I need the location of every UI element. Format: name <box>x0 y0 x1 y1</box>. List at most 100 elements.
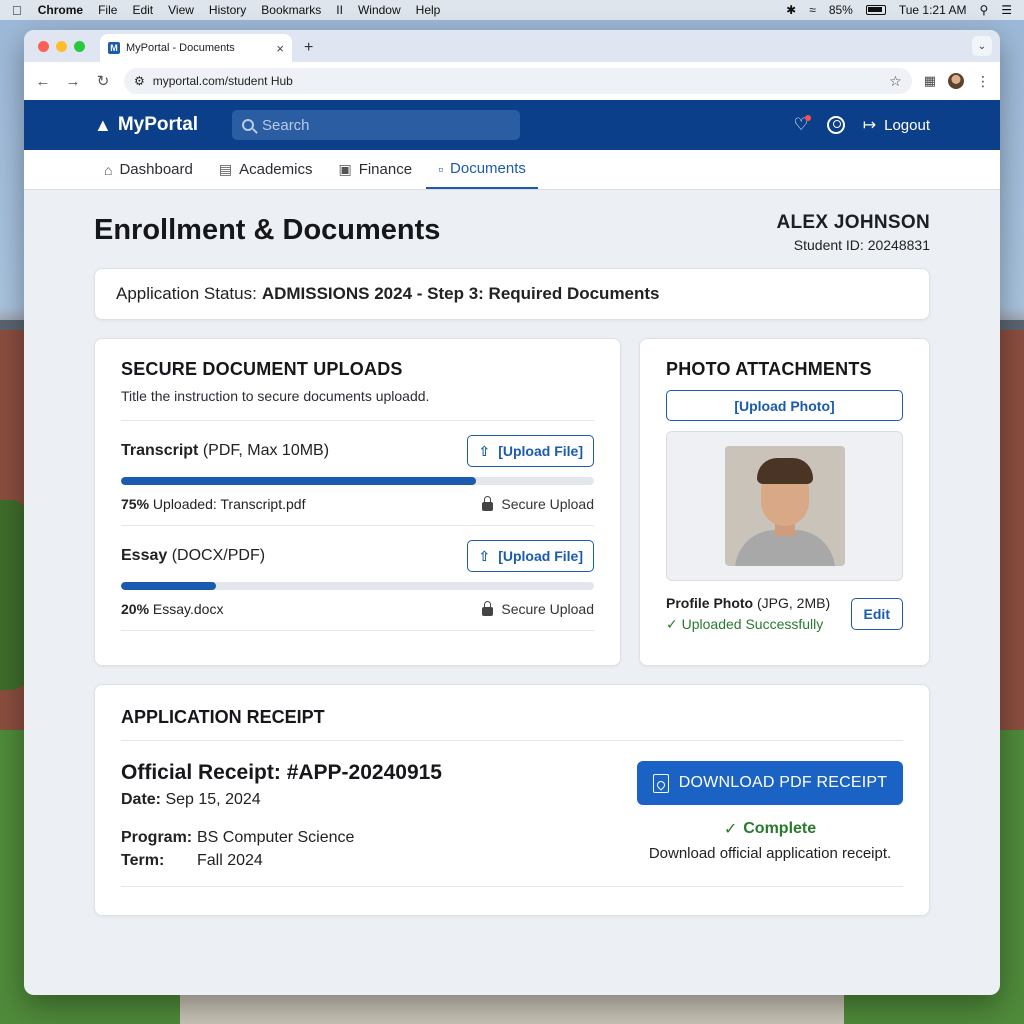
transcript-progress-fill <box>121 477 476 485</box>
uploads-title: SECURE DOCUMENT UPLOADS <box>121 359 403 379</box>
page-header: Enrollment & Documents ALEX JOHNSON Stud… <box>94 190 930 268</box>
macos-menubar:  Chrome File Edit View History Bookmark… <box>0 0 1024 20</box>
new-tab-icon[interactable]: + <box>304 39 313 57</box>
back-arrow-icon[interactable]: ← <box>34 73 52 90</box>
student-info: ALEX JOHNSON Student ID: 20248831 <box>776 212 930 253</box>
essay-upload-button[interactable]: ⇧ [Upload File] <box>467 540 594 572</box>
account-user-icon[interactable] <box>826 116 845 134</box>
zoom-window-button[interactable] <box>74 41 85 52</box>
graduation-cap-icon: ▲ <box>94 114 112 135</box>
essay-progress-bar <box>121 582 594 590</box>
essay-progress-label: 20% <box>121 601 150 617</box>
menubar-clock[interactable]: Tue 1:21 AM <box>899 3 967 17</box>
receipt-title: APPLICATION RECEIPT <box>121 707 903 741</box>
receipt-date-label: Date: <box>121 791 162 808</box>
upload-item-essay: Essay (DOCX/PDF) ⇧ [Upload File] 20% Ess… <box>121 526 594 631</box>
photo-label: Profile Photo (JPG, 2MB) <box>666 595 830 611</box>
essay-upload-label: [Upload File] <box>498 548 583 564</box>
header-actions: ♡ ↦ Logout <box>793 115 930 135</box>
tab-search-chevron-icon[interactable]: ⌄ <box>972 36 992 56</box>
transcript-format: (PDF, Max 10MB) <box>202 442 330 459</box>
application-status-card: Application Status: ADMISSIONS 2024 - St… <box>94 268 930 320</box>
bluetooth-icon[interactable]: ✱ <box>786 3 796 17</box>
reload-icon[interactable]: ↻ <box>94 72 112 90</box>
uploads-subtitle: Title the instruction to secure document… <box>121 388 594 421</box>
window-controls <box>38 41 85 52</box>
download-pdf-receipt-button[interactable]: DOWNLOAD PDF RECEIPT <box>637 761 903 805</box>
upload-row: SECURE DOCUMENT UPLOADS Title the instru… <box>94 338 930 666</box>
page-title: Enrollment & Documents <box>94 214 441 246</box>
menubar-item-help[interactable]: Help <box>416 3 441 17</box>
menubar-item-history[interactable]: History <box>209 3 246 17</box>
site-settings-icon[interactable]: ⚙ <box>134 74 145 88</box>
menubar-item-bookmarks[interactable]: Bookmarks <box>261 3 321 17</box>
essay-status-text: Essay.docx <box>152 601 224 617</box>
upload-photo-button[interactable]: [Upload Photo] <box>666 390 903 421</box>
profile-photo-image[interactable] <box>724 446 845 566</box>
browser-menu-kebab-icon[interactable]: ⋮ <box>976 73 990 90</box>
browser-tab-active[interactable]: M MyPortal - Documents × <box>100 34 292 62</box>
transcript-name: Transcript <box>121 442 199 459</box>
photos-title: PHOTO ATTACHMENTS <box>666 359 872 379</box>
wifi-icon[interactable]: ≈ <box>809 3 816 17</box>
checkmark-icon: ✓ <box>723 821 738 838</box>
photo-format: (JPG, 2MB) <box>757 595 831 611</box>
lock-icon <box>482 495 494 511</box>
receipt-program-label: Program: <box>121 829 193 846</box>
menubar-item-file[interactable]: File <box>98 3 117 17</box>
transcript-label: Transcript (PDF, Max 10MB) <box>121 442 329 460</box>
address-url[interactable]: myportal.com/student Hub <box>153 74 881 88</box>
portal-brand-name: MyPortal <box>117 114 199 135</box>
control-center-icon[interactable]: ☰ <box>1001 3 1012 17</box>
download-button-label: DOWNLOAD PDF RECEIPT <box>678 774 888 791</box>
address-bar[interactable]: ⚙ myportal.com/student Hub ☆ <box>124 68 912 94</box>
photo-upload-status: ✓ Uploaded Successfully <box>666 616 830 633</box>
logout-button[interactable]: ↦ Logout <box>863 115 930 135</box>
close-window-button[interactable] <box>38 41 49 52</box>
minimize-window-button[interactable] <box>56 41 67 52</box>
forward-arrow-icon[interactable]: → <box>64 73 82 90</box>
transcript-progress-label: 75% <box>121 496 150 512</box>
student-id: Student ID: 20248831 <box>793 237 930 253</box>
wallet-icon: ▣ <box>338 161 352 177</box>
status-label: Application Status: <box>116 284 257 303</box>
home-icon: ⌂ <box>104 161 113 178</box>
spotlight-search-icon[interactable]: ⚲ <box>979 3 988 17</box>
receipt-program-value: BS Computer Science <box>197 829 355 846</box>
tab-dashboard-label: Dashboard <box>119 161 193 178</box>
notification-bell-icon[interactable]: ♡ <box>793 115 811 135</box>
menubar-item-edit[interactable]: Edit <box>132 3 153 17</box>
transcript-secure-label: Secure Upload <box>501 496 594 512</box>
edit-photo-button[interactable]: Edit <box>850 598 903 630</box>
transcript-upload-button[interactable]: ⇧ [Upload File] <box>467 435 594 467</box>
tab-documents[interactable]: ▫ Documents <box>426 150 538 189</box>
battery-icon[interactable] <box>865 5 886 15</box>
menubar-status-area: ✱ ≈ 85% Tue 1:21 AM ⚲ ☰ <box>786 3 1012 17</box>
checkmark-icon: ✓ <box>666 616 678 632</box>
tab-dashboard[interactable]: ⌂ Dashboard <box>92 150 205 189</box>
essay-progress-fill <box>121 582 216 590</box>
apple-icon[interactable]:  <box>12 3 22 18</box>
close-tab-icon[interactable]: × <box>276 41 284 56</box>
browser-profile-avatar[interactable] <box>948 73 964 89</box>
menubar-app-name[interactable]: Chrome <box>38 3 83 17</box>
main-content: Enrollment & Documents ALEX JOHNSON Stud… <box>24 190 1000 916</box>
portal-header: ▲ MyPortal ♡ ↦ Logout <box>24 100 1000 150</box>
favicon-icon: M <box>108 42 120 54</box>
tab-finance[interactable]: ▣ Finance <box>326 150 424 189</box>
tab-academics[interactable]: ▤ Academics <box>207 150 325 189</box>
menubar-item-window[interactable]: Window <box>358 3 401 17</box>
receipt-description: Download official application receipt. <box>648 845 892 862</box>
application-receipt-card: APPLICATION RECEIPT Official Receipt: #A… <box>94 684 930 916</box>
receipt-term-label: Term: <box>121 852 165 869</box>
extensions-puzzle-icon[interactable]: ▦ <box>924 73 936 89</box>
photo-meta: Profile Photo (JPG, 2MB) ✓ Uploaded Succ… <box>666 595 903 633</box>
tab-academics-label: Academics <box>239 161 313 178</box>
portal-brand[interactable]: ▲ MyPortal <box>94 114 232 136</box>
bookmark-star-icon[interactable]: ☆ <box>889 73 902 90</box>
menubar-item-view[interactable]: View <box>168 3 194 17</box>
receipt-body: Official Receipt: #APP-20240915 Date: Se… <box>121 741 903 887</box>
receipt-date-value: Sep 15, 2024 <box>165 791 261 808</box>
search-input[interactable] <box>262 116 502 134</box>
receipt-complete-status: ✓ Complete <box>724 819 816 839</box>
